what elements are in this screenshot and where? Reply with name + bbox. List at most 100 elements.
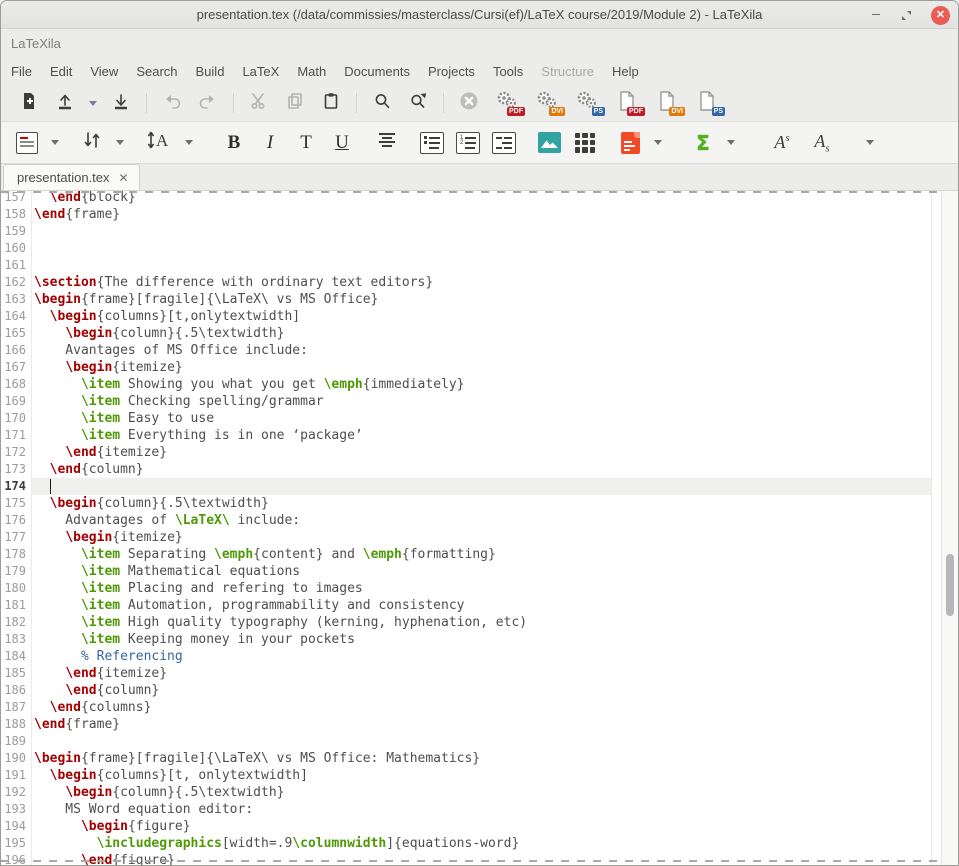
italic-icon: I [267, 132, 273, 154]
open-icon [55, 91, 75, 116]
sectioning-button[interactable] [14, 130, 40, 156]
menu-latex[interactable]: LaTeX [233, 60, 288, 83]
references-button[interactable] [79, 130, 105, 156]
clipped-line-bottom [1, 860, 958, 862]
code-line: 187 \end{columns} [1, 699, 931, 716]
italic-button[interactable]: I [257, 130, 283, 156]
bold-button[interactable]: B [221, 130, 247, 156]
line-text: Advantages of \LaTeX\ include: [32, 512, 931, 529]
save-button[interactable] [108, 90, 134, 116]
toolbar-separator [356, 93, 357, 113]
line-text [32, 223, 931, 240]
cut-button [246, 90, 272, 116]
build-dvi-button[interactable]: DVI [532, 90, 562, 116]
menu-file[interactable]: File [2, 60, 41, 83]
itemize-icon [420, 132, 444, 154]
references-dropdown-icon[interactable] [116, 140, 124, 145]
view-ps-button[interactable]: PS [692, 90, 722, 116]
menu-build[interactable]: Build [187, 60, 234, 83]
line-text: \begin{column}{.5\textwidth} [32, 325, 931, 342]
math-dropdown-icon[interactable] [727, 140, 735, 145]
presentation-button[interactable] [617, 130, 643, 156]
build-pdf-button[interactable]: PDF [492, 90, 522, 116]
presentation-icon [621, 132, 640, 154]
search-replace-button[interactable] [405, 90, 431, 116]
code-line: 178 \item Separating \emph{content} and … [1, 546, 931, 563]
menu-view[interactable]: View [81, 60, 127, 83]
code-line: 186 \end{column} [1, 682, 931, 699]
line-number: 157 [1, 191, 32, 206]
search-button[interactable] [369, 90, 395, 116]
code-line: 170 \item Easy to use [1, 410, 931, 427]
typewriter-button[interactable]: T [293, 130, 319, 156]
center-button[interactable] [374, 130, 400, 156]
vertical-scrollbar[interactable] [941, 191, 958, 865]
redo-button [195, 90, 221, 116]
line-number: 172 [1, 444, 32, 461]
menu-tools[interactable]: Tools [484, 60, 532, 83]
open-button[interactable] [52, 90, 78, 116]
line-text: \begin{columns}[t, onlytextwidth] [32, 767, 931, 784]
line-text [32, 257, 931, 274]
enumerate-button[interactable]: 1 2 [455, 130, 481, 156]
paste-button[interactable] [318, 90, 344, 116]
code-line: 165 \begin{column}{.5\textwidth} [1, 325, 931, 342]
line-text: \begin{frame}[fragile]{\LaTeX\ vs MS Off… [32, 291, 931, 308]
line-text: \end{frame} [32, 716, 931, 733]
line-number: 160 [1, 240, 32, 257]
code-line: 169 \item Checking spelling/grammar [1, 393, 931, 410]
menu-math[interactable]: Math [288, 60, 335, 83]
line-number: 193 [1, 801, 32, 818]
restore-icon[interactable] [900, 9, 913, 22]
view-pdf-button[interactable]: PDF [612, 90, 642, 116]
subscript-button[interactable]: As [807, 130, 837, 156]
scrollbar-thumb[interactable] [946, 554, 954, 616]
window-title: presentation.tex (/data/commissies/maste… [197, 7, 763, 22]
code-line: 183 \item Keeping money in your pockets [1, 631, 931, 648]
code-line: 158\end{frame} [1, 206, 931, 223]
minimize-button[interactable]: – [870, 9, 882, 21]
line-text: \includegraphics[width=.9\columnwidth]{e… [32, 835, 931, 852]
code-line: 191 \begin{columns}[t, onlytextwidth] [1, 767, 931, 784]
code-line: 190\begin{frame}[fragile]{\LaTeX\ vs MS … [1, 750, 931, 767]
line-text: \item Automation, programmability and co… [32, 597, 931, 614]
menu-documents[interactable]: Documents [335, 60, 419, 83]
description-button[interactable] [491, 130, 517, 156]
line-text: \item Easy to use [32, 410, 931, 427]
title-bar[interactable]: presentation.tex (/data/commissies/maste… [1, 1, 958, 29]
insert-table-button[interactable] [572, 130, 598, 156]
menu-help[interactable]: Help [603, 60, 648, 83]
scripts-dropdown-icon[interactable] [866, 140, 874, 145]
view-dvi-button[interactable]: DVI [652, 90, 682, 116]
new-document-button[interactable] [16, 90, 42, 116]
underline-button[interactable]: U [329, 130, 355, 156]
code-line: 167 \begin{itemize} [1, 359, 931, 376]
tab-close-icon[interactable]: ✕ [119, 172, 129, 184]
latexila-window: presentation.tex (/data/commissies/maste… [0, 0, 959, 866]
itemize-button[interactable] [419, 130, 445, 156]
tab-presentation-tex[interactable]: presentation.tex ✕ [3, 164, 140, 190]
close-button[interactable]: ✕ [931, 6, 950, 25]
math-button[interactable]: Σ [690, 130, 716, 156]
app-menu-row: LaTeXila [1, 29, 958, 57]
character-size-button[interactable]: A [144, 130, 174, 156]
open-dropdown-icon[interactable] [89, 101, 97, 106]
line-text: \end{column} [32, 682, 931, 699]
save-icon [111, 91, 131, 116]
line-number: 167 [1, 359, 32, 376]
superscript-button[interactable]: As [767, 130, 797, 156]
insert-image-button[interactable] [536, 130, 562, 156]
character-size-dropdown-icon[interactable] [185, 140, 193, 145]
menu-projects[interactable]: Projects [419, 60, 484, 83]
code-line: 196 \end{figure} [1, 852, 931, 865]
menu-edit[interactable]: Edit [41, 60, 81, 83]
code-line: 160 [1, 240, 931, 257]
code-line: 194 \begin{figure} [1, 818, 931, 835]
toolbar-separator [443, 93, 444, 113]
build-ps-button[interactable]: PS [572, 90, 602, 116]
code-editor[interactable]: 157 \end{block}158\end{frame}15916016116… [1, 191, 958, 865]
menu-search[interactable]: Search [127, 60, 186, 83]
app-menu-button[interactable]: LaTeXila [11, 36, 61, 51]
sectioning-dropdown-icon[interactable] [51, 140, 59, 145]
presentation-dropdown-icon[interactable] [654, 140, 662, 145]
